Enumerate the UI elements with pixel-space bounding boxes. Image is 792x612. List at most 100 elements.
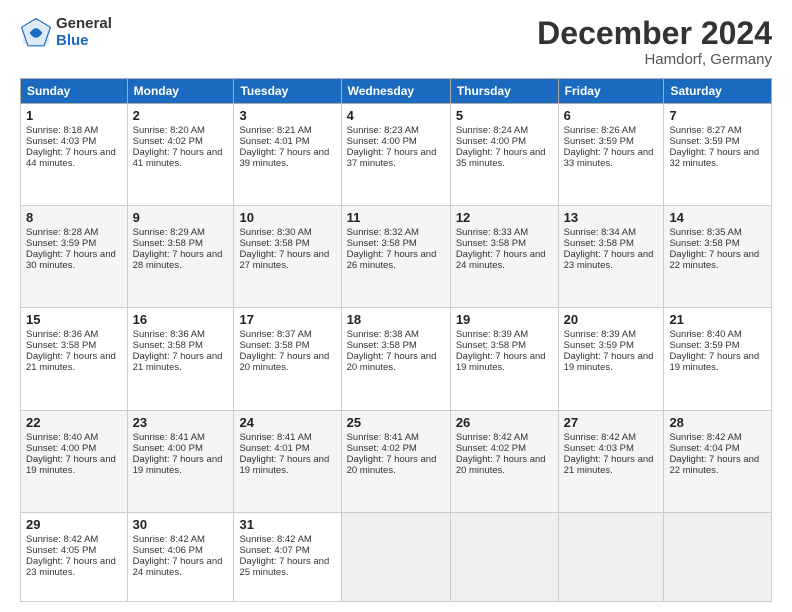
table-cell: 9 Sunrise: 8:29 AM Sunset: 3:58 PM Dayli… bbox=[127, 206, 234, 308]
table-cell: 28 Sunrise: 8:42 AM Sunset: 4:04 PM Dayl… bbox=[664, 410, 772, 512]
table-cell: 22 Sunrise: 8:40 AM Sunset: 4:00 PM Dayl… bbox=[21, 410, 128, 512]
sunset-text: Sunset: 3:58 PM bbox=[133, 238, 203, 249]
day-number: 19 bbox=[456, 312, 553, 327]
sunset-text: Sunset: 3:58 PM bbox=[26, 340, 96, 351]
logo-text: General Blue bbox=[56, 16, 112, 49]
sunrise-text: Sunrise: 8:33 AM bbox=[456, 227, 528, 238]
daylight-text: Daylight: 7 hours and 41 minutes. bbox=[133, 147, 223, 169]
daylight-text: Daylight: 7 hours and 32 minutes. bbox=[669, 147, 759, 169]
sunset-text: Sunset: 4:03 PM bbox=[564, 443, 634, 454]
daylight-text: Daylight: 7 hours and 39 minutes. bbox=[239, 147, 329, 169]
logo-icon bbox=[20, 17, 52, 49]
day-number: 3 bbox=[239, 108, 335, 123]
table-cell: 13 Sunrise: 8:34 AM Sunset: 3:58 PM Dayl… bbox=[558, 206, 664, 308]
day-number: 2 bbox=[133, 108, 229, 123]
day-number: 10 bbox=[239, 210, 335, 225]
title-block: December 2024 Hamdorf, Germany bbox=[537, 16, 772, 68]
sunrise-text: Sunrise: 8:38 AM bbox=[347, 329, 419, 340]
table-cell: 17 Sunrise: 8:37 AM Sunset: 3:58 PM Dayl… bbox=[234, 308, 341, 410]
day-number: 14 bbox=[669, 210, 766, 225]
sunset-text: Sunset: 4:02 PM bbox=[133, 136, 203, 147]
sunset-text: Sunset: 3:58 PM bbox=[564, 238, 634, 249]
table-cell bbox=[450, 512, 558, 601]
week-row-1: 1 Sunrise: 8:18 AM Sunset: 4:03 PM Dayli… bbox=[21, 104, 772, 206]
sunrise-text: Sunrise: 8:28 AM bbox=[26, 227, 98, 238]
daylight-text: Daylight: 7 hours and 24 minutes. bbox=[456, 249, 546, 271]
day-number: 16 bbox=[133, 312, 229, 327]
day-number: 28 bbox=[669, 415, 766, 430]
sunset-text: Sunset: 3:58 PM bbox=[347, 238, 417, 249]
daylight-text: Daylight: 7 hours and 19 minutes. bbox=[669, 351, 759, 373]
week-row-4: 22 Sunrise: 8:40 AM Sunset: 4:00 PM Dayl… bbox=[21, 410, 772, 512]
day-number: 31 bbox=[239, 517, 335, 532]
day-number: 15 bbox=[26, 312, 122, 327]
table-cell: 7 Sunrise: 8:27 AM Sunset: 3:59 PM Dayli… bbox=[664, 104, 772, 206]
table-cell: 6 Sunrise: 8:26 AM Sunset: 3:59 PM Dayli… bbox=[558, 104, 664, 206]
daylight-text: Daylight: 7 hours and 44 minutes. bbox=[26, 147, 116, 169]
sunrise-text: Sunrise: 8:35 AM bbox=[669, 227, 741, 238]
table-cell: 8 Sunrise: 8:28 AM Sunset: 3:59 PM Dayli… bbox=[21, 206, 128, 308]
sunrise-text: Sunrise: 8:30 AM bbox=[239, 227, 311, 238]
logo: General Blue bbox=[20, 16, 112, 49]
day-number: 4 bbox=[347, 108, 445, 123]
daylight-text: Daylight: 7 hours and 19 minutes. bbox=[26, 454, 116, 476]
daylight-text: Daylight: 7 hours and 20 minutes. bbox=[347, 454, 437, 476]
sunrise-text: Sunrise: 8:40 AM bbox=[26, 432, 98, 443]
table-cell: 4 Sunrise: 8:23 AM Sunset: 4:00 PM Dayli… bbox=[341, 104, 450, 206]
sunset-text: Sunset: 4:05 PM bbox=[26, 545, 96, 556]
table-cell: 24 Sunrise: 8:41 AM Sunset: 4:01 PM Dayl… bbox=[234, 410, 341, 512]
day-number: 17 bbox=[239, 312, 335, 327]
header-sunday: Sunday bbox=[21, 79, 128, 104]
sunrise-text: Sunrise: 8:36 AM bbox=[26, 329, 98, 340]
daylight-text: Daylight: 7 hours and 21 minutes. bbox=[133, 351, 223, 373]
table-cell: 26 Sunrise: 8:42 AM Sunset: 4:02 PM Dayl… bbox=[450, 410, 558, 512]
daylight-text: Daylight: 7 hours and 19 minutes. bbox=[456, 351, 546, 373]
daylight-text: Daylight: 7 hours and 20 minutes. bbox=[239, 351, 329, 373]
table-cell: 2 Sunrise: 8:20 AM Sunset: 4:02 PM Dayli… bbox=[127, 104, 234, 206]
daylight-text: Daylight: 7 hours and 19 minutes. bbox=[564, 351, 654, 373]
sunrise-text: Sunrise: 8:21 AM bbox=[239, 125, 311, 136]
sunset-text: Sunset: 3:58 PM bbox=[669, 238, 739, 249]
day-number: 1 bbox=[26, 108, 122, 123]
day-number: 25 bbox=[347, 415, 445, 430]
table-cell bbox=[558, 512, 664, 601]
table-cell: 30 Sunrise: 8:42 AM Sunset: 4:06 PM Dayl… bbox=[127, 512, 234, 601]
location: Hamdorf, Germany bbox=[537, 51, 772, 68]
header: General Blue December 2024 Hamdorf, Germ… bbox=[20, 16, 772, 68]
table-cell: 31 Sunrise: 8:42 AM Sunset: 4:07 PM Dayl… bbox=[234, 512, 341, 601]
sunrise-text: Sunrise: 8:23 AM bbox=[347, 125, 419, 136]
day-number: 6 bbox=[564, 108, 659, 123]
sunset-text: Sunset: 3:58 PM bbox=[347, 340, 417, 351]
daylight-text: Daylight: 7 hours and 21 minutes. bbox=[564, 454, 654, 476]
table-cell: 12 Sunrise: 8:33 AM Sunset: 3:58 PM Dayl… bbox=[450, 206, 558, 308]
daylight-text: Daylight: 7 hours and 28 minutes. bbox=[133, 249, 223, 271]
daylight-text: Daylight: 7 hours and 19 minutes. bbox=[133, 454, 223, 476]
day-number: 22 bbox=[26, 415, 122, 430]
sunset-text: Sunset: 4:07 PM bbox=[239, 545, 309, 556]
logo-blue: Blue bbox=[56, 33, 112, 50]
sunrise-text: Sunrise: 8:24 AM bbox=[456, 125, 528, 136]
sunset-text: Sunset: 4:06 PM bbox=[133, 545, 203, 556]
sunrise-text: Sunrise: 8:27 AM bbox=[669, 125, 741, 136]
daylight-text: Daylight: 7 hours and 25 minutes. bbox=[239, 556, 329, 578]
sunset-text: Sunset: 4:01 PM bbox=[239, 443, 309, 454]
sunrise-text: Sunrise: 8:39 AM bbox=[564, 329, 636, 340]
sunrise-text: Sunrise: 8:42 AM bbox=[669, 432, 741, 443]
sunset-text: Sunset: 4:02 PM bbox=[456, 443, 526, 454]
sunrise-text: Sunrise: 8:36 AM bbox=[133, 329, 205, 340]
day-number: 30 bbox=[133, 517, 229, 532]
sunset-text: Sunset: 3:59 PM bbox=[564, 340, 634, 351]
sunset-text: Sunset: 3:58 PM bbox=[239, 238, 309, 249]
table-cell: 15 Sunrise: 8:36 AM Sunset: 3:58 PM Dayl… bbox=[21, 308, 128, 410]
table-cell: 16 Sunrise: 8:36 AM Sunset: 3:58 PM Dayl… bbox=[127, 308, 234, 410]
header-saturday: Saturday bbox=[664, 79, 772, 104]
table-cell: 29 Sunrise: 8:42 AM Sunset: 4:05 PM Dayl… bbox=[21, 512, 128, 601]
daylight-text: Daylight: 7 hours and 33 minutes. bbox=[564, 147, 654, 169]
table-cell bbox=[341, 512, 450, 601]
sunset-text: Sunset: 3:59 PM bbox=[669, 340, 739, 351]
daylight-text: Daylight: 7 hours and 19 minutes. bbox=[239, 454, 329, 476]
sunrise-text: Sunrise: 8:41 AM bbox=[133, 432, 205, 443]
daylight-text: Daylight: 7 hours and 23 minutes. bbox=[26, 556, 116, 578]
table-cell: 11 Sunrise: 8:32 AM Sunset: 3:58 PM Dayl… bbox=[341, 206, 450, 308]
header-friday: Friday bbox=[558, 79, 664, 104]
